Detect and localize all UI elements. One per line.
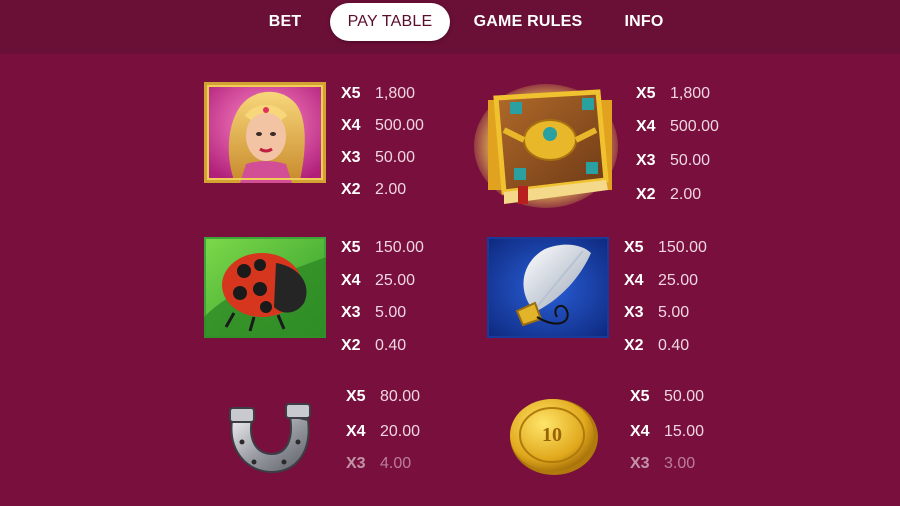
payout-row: X2 2.00 xyxy=(341,180,406,200)
queen-symbol-icon xyxy=(204,82,326,183)
payout-row: X3 50.00 xyxy=(341,148,415,168)
multiplier-label: X4 xyxy=(346,423,366,440)
payout-row: X3 4.00 xyxy=(346,454,411,474)
payout-row: X4 15.00 xyxy=(630,422,704,442)
payout-value: 50.00 xyxy=(664,388,705,405)
multiplier-label: X3 xyxy=(630,455,650,472)
payout-value: 50.00 xyxy=(670,152,711,169)
tab-bet[interactable]: BET xyxy=(262,0,308,44)
multiplier-label: X2 xyxy=(624,337,644,354)
payout-row: X5 80.00 xyxy=(346,387,420,407)
payout-row: X4 25.00 xyxy=(341,271,415,291)
payout-row: X2 0.40 xyxy=(341,336,406,356)
multiplier-label: X5 xyxy=(341,239,361,256)
payout-value: 0.40 xyxy=(658,337,690,354)
multiplier-label: X5 xyxy=(636,85,656,102)
feather-symbol-icon xyxy=(487,237,609,338)
multiplier-label: X2 xyxy=(341,181,361,198)
payout-value: 5.00 xyxy=(658,304,690,321)
multiplier-label: X3 xyxy=(341,304,361,321)
multiplier-label: X5 xyxy=(624,239,644,256)
payout-value: 1,800 xyxy=(670,85,711,102)
payout-row: X2 2.00 xyxy=(636,185,701,205)
payout-row: X3 3.00 xyxy=(630,454,695,474)
payout-value: 1,800 xyxy=(375,85,416,102)
payout-value: 20.00 xyxy=(380,423,421,440)
ladybug-symbol-icon xyxy=(204,237,326,338)
payout-row: X5 150.00 xyxy=(624,238,707,258)
payout-value: 150.00 xyxy=(375,239,424,256)
payout-row: X5 1,800 xyxy=(636,84,710,104)
multiplier-label: X3 xyxy=(636,152,656,169)
multiplier-label: X5 xyxy=(341,85,361,102)
payout-value: 4.00 xyxy=(380,455,412,472)
multiplier-label: X5 xyxy=(346,388,366,405)
payout-value: 2.00 xyxy=(375,181,407,198)
payout-row: X3 50.00 xyxy=(636,151,710,171)
payout-row: X3 5.00 xyxy=(624,303,689,323)
payout-row: X4 500.00 xyxy=(636,117,719,137)
payout-row: X4 20.00 xyxy=(346,422,420,442)
payout-value: 25.00 xyxy=(375,272,416,289)
payout-row: X4 500.00 xyxy=(341,116,424,136)
multiplier-label: X5 xyxy=(630,388,650,405)
payout-value: 150.00 xyxy=(658,239,707,256)
payout-row: X5 1,800 xyxy=(341,84,415,104)
payout-value: 80.00 xyxy=(380,388,421,405)
multiplier-label: X2 xyxy=(341,337,361,354)
multiplier-label: X4 xyxy=(341,117,361,134)
payout-row: X5 150.00 xyxy=(341,238,424,258)
payout-value: 500.00 xyxy=(670,118,719,135)
payout-value: 2.00 xyxy=(670,186,702,203)
payout-value: 0.40 xyxy=(375,337,407,354)
coin-value-text: 10 xyxy=(542,424,562,446)
top-navigation-bar: BET PAY TABLE GAME RULES INFO xyxy=(0,0,900,54)
payout-value: 50.00 xyxy=(375,149,416,166)
payout-value: 25.00 xyxy=(658,272,699,289)
payout-row: X4 25.00 xyxy=(624,271,698,291)
gold-coin-symbol-icon: 10 xyxy=(506,393,602,477)
tab-game-rules[interactable]: GAME RULES xyxy=(470,0,586,44)
multiplier-label: X3 xyxy=(624,304,644,321)
payout-value: 5.00 xyxy=(375,304,407,321)
multiplier-label: X4 xyxy=(341,272,361,289)
tab-pay-table[interactable]: PAY TABLE xyxy=(330,3,450,41)
multiplier-label: X3 xyxy=(346,455,366,472)
payout-row: X2 0.40 xyxy=(624,336,689,356)
book-symbol-icon xyxy=(474,82,624,212)
multiplier-label: X4 xyxy=(624,272,644,289)
multiplier-label: X3 xyxy=(341,149,361,166)
payout-row: X5 50.00 xyxy=(630,387,704,407)
payout-value: 500.00 xyxy=(375,117,424,134)
payout-value: 3.00 xyxy=(664,455,696,472)
multiplier-label: X4 xyxy=(630,423,650,440)
payout-row: X3 5.00 xyxy=(341,303,406,323)
multiplier-label: X4 xyxy=(636,118,656,135)
tab-info[interactable]: INFO xyxy=(616,0,672,44)
payout-value: 15.00 xyxy=(664,423,705,440)
multiplier-label: X2 xyxy=(636,186,656,203)
horseshoe-symbol-icon xyxy=(222,390,316,476)
